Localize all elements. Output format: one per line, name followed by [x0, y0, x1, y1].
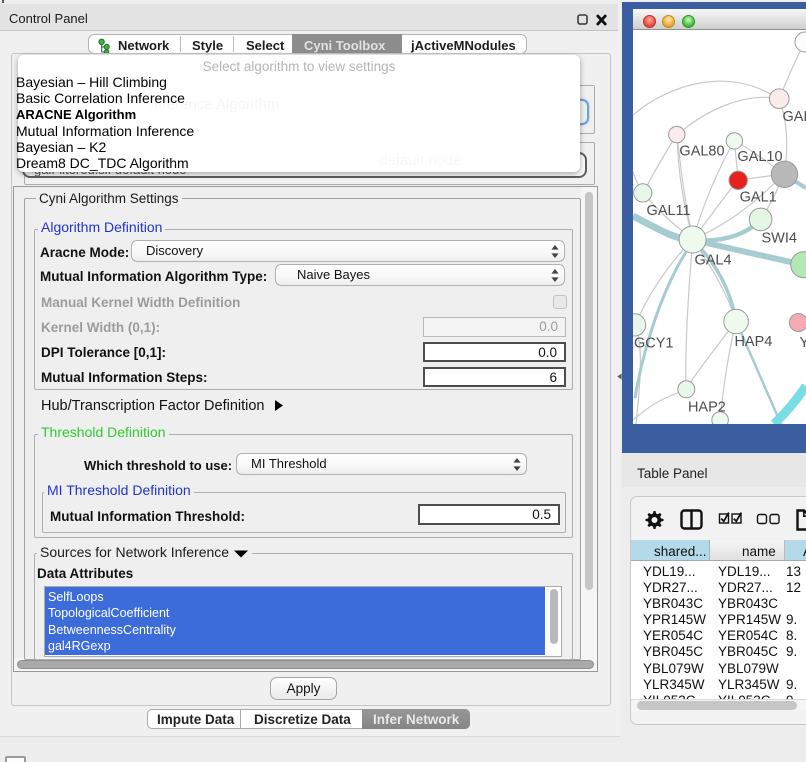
- svg-text:GAL4: GAL4: [694, 253, 731, 269]
- svg-text:GAL10: GAL10: [737, 149, 782, 165]
- svg-text:HAP2: HAP2: [688, 400, 726, 416]
- svg-text:Y: Y: [800, 335, 806, 351]
- svg-text:SWI4: SWI4: [761, 231, 796, 247]
- svg-text:GAL80: GAL80: [679, 143, 724, 159]
- svg-text:HAP4: HAP4: [734, 334, 772, 350]
- svg-text:GAL1: GAL1: [740, 190, 777, 206]
- svg-text:GAL11: GAL11: [647, 203, 691, 219]
- svg-text:GCY1: GCY1: [634, 335, 674, 351]
- svg-text:GAL7: GAL7: [783, 109, 806, 125]
